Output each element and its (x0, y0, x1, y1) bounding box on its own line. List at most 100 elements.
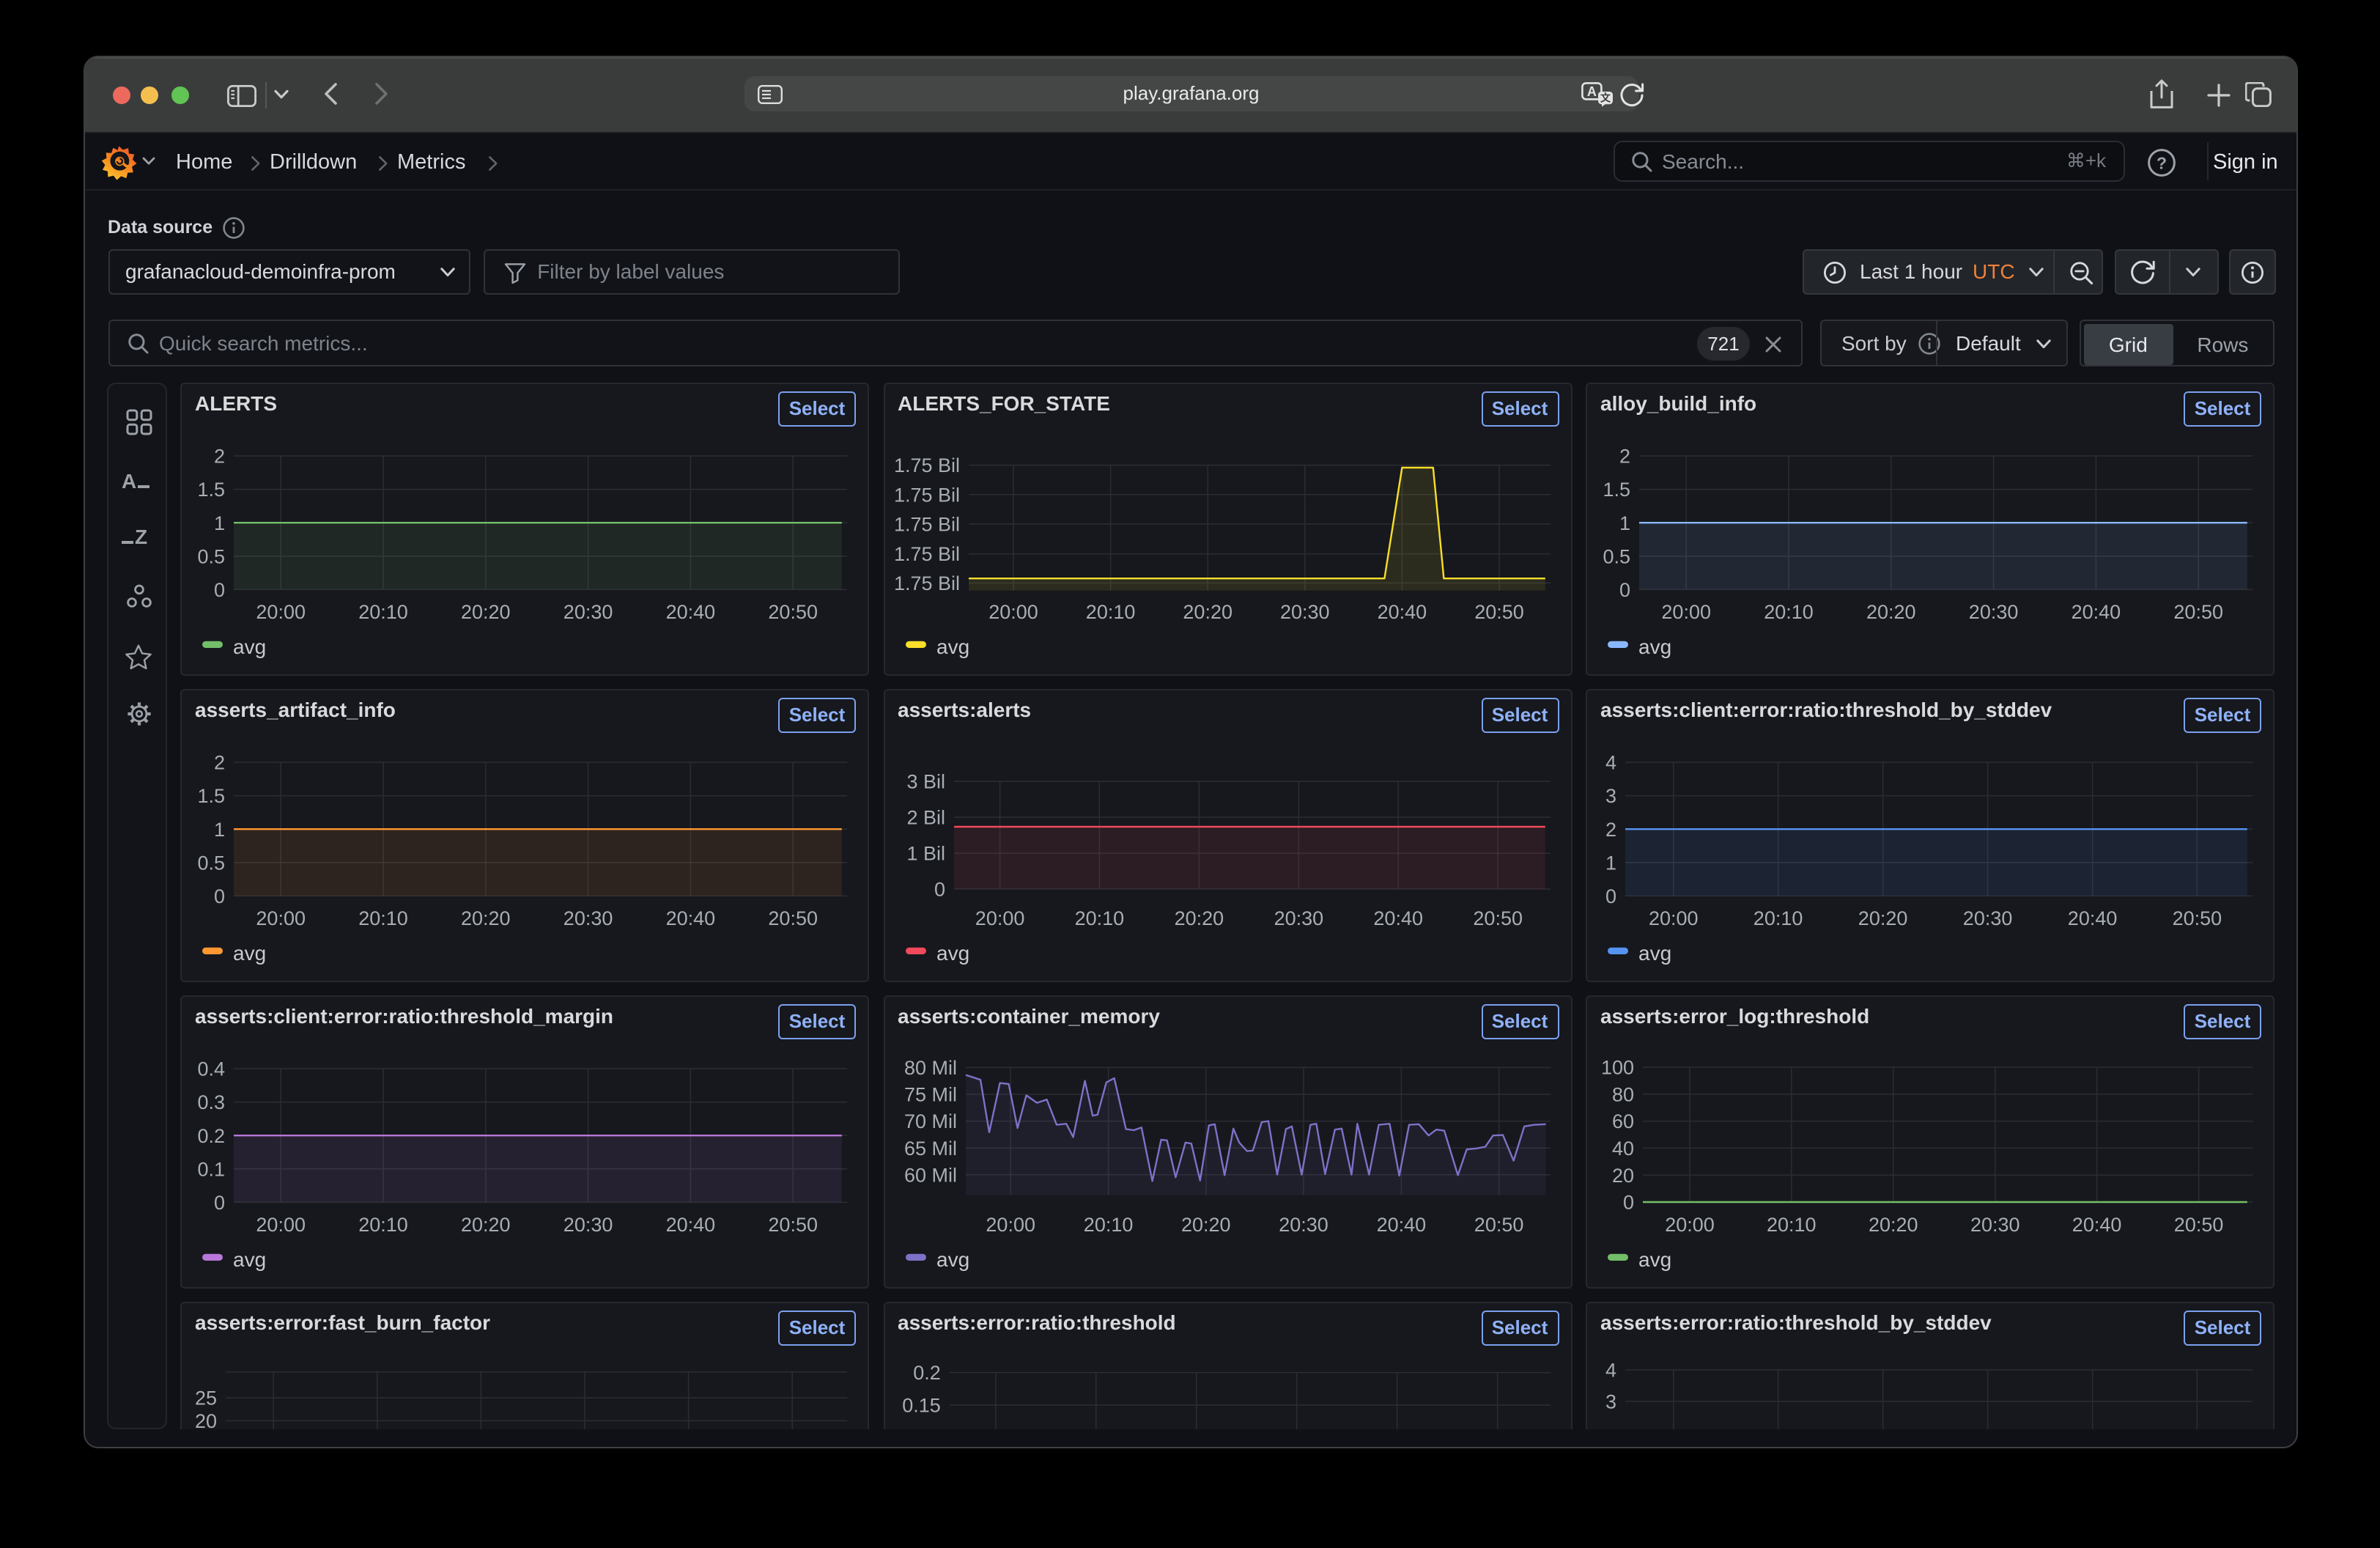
svg-text:4: 4 (1605, 1359, 1616, 1381)
svg-text:60 Mil: 60 Mil (903, 1163, 956, 1185)
svg-text:0.4: 0.4 (197, 1058, 225, 1080)
svg-text:40: 40 (1612, 1137, 1634, 1159)
svg-text:1.75 Bil: 1.75 Bil (893, 513, 959, 535)
svg-text:?: ? (2157, 153, 2167, 172)
svg-text:100: 100 (1601, 1056, 1634, 1078)
svg-text:20:00: 20:00 (1649, 907, 1699, 929)
svg-text:1.75 Bil: 1.75 Bil (893, 572, 959, 594)
svg-text:20:30: 20:30 (1963, 907, 2013, 929)
svg-text:20:10: 20:10 (1764, 600, 1814, 622)
svg-text:0.2: 0.2 (912, 1361, 940, 1383)
svg-text:1.5: 1.5 (1603, 478, 1630, 500)
svg-text:20:30: 20:30 (563, 907, 613, 929)
svg-text:avg: avg (1638, 1247, 1671, 1270)
svg-text:20:40: 20:40 (666, 600, 716, 622)
svg-text:20:10: 20:10 (1083, 1213, 1133, 1235)
svg-text:70 Mil: 70 Mil (903, 1110, 956, 1132)
svg-text:80: 80 (1612, 1083, 1634, 1105)
svg-text:avg: avg (233, 635, 266, 657)
svg-text:20:50: 20:50 (768, 907, 818, 929)
svg-text:0.5: 0.5 (197, 851, 225, 873)
svg-text:0.5: 0.5 (197, 545, 225, 567)
svg-text:avg: avg (233, 941, 266, 964)
svg-text:avg: avg (233, 1247, 266, 1270)
svg-text:0: 0 (1619, 578, 1630, 600)
svg-text:20:40: 20:40 (2068, 907, 2118, 929)
svg-text:20:30: 20:30 (563, 1213, 613, 1235)
svg-text:20:20: 20:20 (1858, 907, 1908, 929)
svg-text:0.3: 0.3 (197, 1091, 225, 1113)
svg-text:20:00: 20:00 (1661, 600, 1711, 622)
svg-text:20:20: 20:20 (1869, 1213, 1918, 1235)
svg-text:0: 0 (1605, 885, 1616, 907)
svg-text:1: 1 (214, 512, 225, 534)
svg-text:A: A (1587, 84, 1597, 99)
svg-text:3 Bil: 3 Bil (906, 770, 945, 792)
svg-text:20:00: 20:00 (256, 1213, 306, 1235)
svg-text:20:30: 20:30 (1278, 1213, 1328, 1235)
svg-text:1: 1 (1605, 851, 1616, 873)
svg-text:20:00: 20:00 (985, 1213, 1035, 1235)
svg-text:avg: avg (1638, 941, 1671, 964)
svg-text:20:50: 20:50 (1474, 600, 1523, 622)
svg-text:2: 2 (1619, 445, 1630, 467)
svg-text:2: 2 (214, 445, 225, 467)
svg-text:1.75 Bil: 1.75 Bil (893, 542, 959, 564)
svg-text:2: 2 (214, 751, 225, 773)
svg-text:1.5: 1.5 (197, 478, 225, 500)
svg-text:20:50: 20:50 (768, 600, 818, 622)
svg-text:20: 20 (195, 1409, 217, 1429)
svg-text:1 Bil: 1 Bil (906, 842, 945, 864)
svg-text:20:10: 20:10 (358, 907, 408, 929)
svg-text:3: 3 (1605, 784, 1616, 806)
svg-text:20:00: 20:00 (256, 907, 306, 929)
svg-text:4: 4 (1605, 751, 1616, 773)
svg-text:20:10: 20:10 (358, 1213, 408, 1235)
svg-text:20:10: 20:10 (358, 600, 408, 622)
svg-text:20:10: 20:10 (1074, 907, 1124, 929)
svg-text:20:00: 20:00 (256, 600, 306, 622)
svg-text:20:30: 20:30 (1274, 907, 1323, 929)
svg-text:20:40: 20:40 (2072, 1213, 2122, 1235)
svg-text:20:40: 20:40 (1372, 907, 1422, 929)
svg-text:20:00: 20:00 (988, 600, 1038, 622)
svg-text:20:20: 20:20 (461, 907, 511, 929)
svg-text:20:20: 20:20 (1180, 1213, 1230, 1235)
svg-text:20:50: 20:50 (1474, 1213, 1523, 1235)
svg-text:20:20: 20:20 (1174, 907, 1224, 929)
svg-text:75 Mil: 75 Mil (903, 1083, 956, 1105)
svg-text:avg: avg (936, 1247, 969, 1270)
svg-text:20:50: 20:50 (2173, 907, 2222, 929)
svg-text:20:30: 20:30 (1969, 600, 2019, 622)
svg-text:60: 60 (1612, 1110, 1634, 1132)
svg-text:20:40: 20:40 (1377, 600, 1427, 622)
svg-text:20:30: 20:30 (1279, 600, 1329, 622)
svg-text:0: 0 (214, 578, 225, 600)
svg-text:文: 文 (1600, 92, 1611, 104)
svg-text:1.5: 1.5 (197, 784, 225, 806)
svg-text:20:50: 20:50 (2173, 600, 2223, 622)
svg-text:20:10: 20:10 (1767, 1213, 1817, 1235)
svg-text:65 Mil: 65 Mil (903, 1137, 956, 1159)
svg-text:20:40: 20:40 (666, 907, 716, 929)
svg-text:1: 1 (1619, 512, 1630, 534)
svg-text:avg: avg (936, 635, 969, 657)
svg-text:2: 2 (1605, 818, 1616, 840)
svg-text:0.5: 0.5 (1603, 545, 1630, 567)
svg-text:20:50: 20:50 (1472, 907, 1522, 929)
svg-text:20:50: 20:50 (768, 1213, 818, 1235)
svg-text:20:10: 20:10 (1085, 600, 1135, 622)
svg-text:0: 0 (934, 878, 945, 900)
svg-text:20:30: 20:30 (563, 600, 613, 622)
svg-text:2 Bil: 2 Bil (906, 806, 945, 828)
svg-text:0.1: 0.1 (197, 1157, 225, 1179)
svg-text:20:40: 20:40 (1376, 1213, 1426, 1235)
svg-text:0: 0 (1623, 1191, 1634, 1213)
svg-text:1: 1 (214, 818, 225, 840)
svg-text:20:20: 20:20 (1866, 600, 1916, 622)
svg-text:20:20: 20:20 (461, 1213, 511, 1235)
svg-text:avg: avg (936, 941, 969, 964)
svg-text:20:20: 20:20 (1182, 600, 1232, 622)
svg-text:1.75 Bil: 1.75 Bil (893, 454, 959, 476)
svg-text:0.2: 0.2 (197, 1124, 225, 1146)
